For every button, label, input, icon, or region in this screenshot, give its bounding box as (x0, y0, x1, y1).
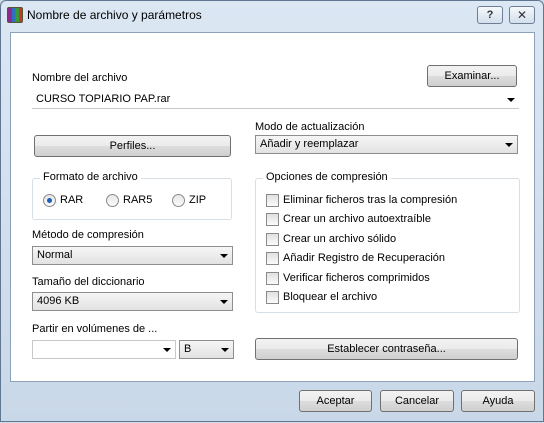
dictionary-size-value: 4096 KB (37, 295, 80, 307)
update-mode-select[interactable]: Añadir y reemplazar (255, 135, 518, 154)
ok-button[interactable]: Aceptar (299, 390, 372, 412)
format-zip-radio[interactable] (172, 194, 185, 207)
sfx-label[interactable]: Crear un archivo autoextraíble (283, 213, 431, 225)
split-volumes-label: Partir en volúmenes de ... (32, 323, 158, 335)
chevron-down-icon[interactable] (163, 348, 171, 352)
format-rar-label[interactable]: RAR (60, 194, 83, 206)
split-unit-value: B (184, 343, 192, 355)
winrar-app-icon (7, 7, 23, 23)
format-rar5-radio[interactable] (106, 194, 119, 207)
split-unit-select[interactable]: B (179, 340, 234, 359)
update-mode-label: Modo de actualización (255, 121, 365, 133)
title-help-button[interactable]: ? (477, 6, 503, 24)
dialog-window: Nombre de archivo y parámetros ? ✕ Nombr… (0, 0, 544, 422)
archive-name-label: Nombre del archivo (32, 72, 128, 84)
compression-method-label: Método de compresión (32, 229, 144, 241)
compression-method-value: Normal (37, 249, 73, 261)
lock-archive-label[interactable]: Bloquear el archivo (283, 291, 377, 303)
verify-files-label[interactable]: Verificar ficheros comprimidos (283, 272, 430, 284)
dictionary-size-select[interactable]: 4096 KB (32, 292, 233, 311)
archive-name-input[interactable]: CURSO TOPIARIO PAP.rar (32, 91, 519, 109)
sfx-checkbox[interactable] (266, 213, 279, 226)
format-rar5-label[interactable]: RAR5 (123, 194, 152, 206)
dialog-footer: Aceptar Cancelar Ayuda (1, 383, 543, 423)
delete-files-label[interactable]: Eliminar ficheros tras la compresión (283, 194, 457, 206)
set-password-button[interactable]: Establecer contraseña... (255, 338, 518, 360)
title-close-button[interactable]: ✕ (509, 6, 535, 24)
title-bar[interactable]: Nombre de archivo y parámetros ? ✕ (1, 1, 543, 29)
browse-button[interactable]: Examinar... (427, 65, 517, 87)
solid-archive-checkbox[interactable] (266, 233, 279, 246)
format-zip-label[interactable]: ZIP (189, 194, 206, 206)
help-button[interactable]: Ayuda (461, 390, 535, 412)
chevron-down-icon[interactable] (507, 98, 515, 102)
dictionary-size-label: Tamaño del diccionario (32, 276, 145, 288)
chevron-down-icon (220, 254, 228, 258)
verify-files-checkbox[interactable] (266, 272, 279, 285)
compression-options-title: Opciones de compresión (263, 171, 391, 183)
archive-format-title: Formato de archivo (40, 171, 141, 183)
recovery-record-label[interactable]: Añadir Registro de Recuperación (283, 252, 445, 264)
chevron-down-icon (505, 143, 513, 147)
delete-files-checkbox[interactable] (266, 194, 279, 207)
chevron-down-icon (220, 300, 228, 304)
format-rar-radio[interactable] (43, 194, 56, 207)
update-mode-value: Añadir y reemplazar (260, 138, 359, 150)
recovery-record-checkbox[interactable] (266, 252, 279, 265)
window-title: Nombre de archivo y parámetros (27, 8, 202, 22)
split-size-input[interactable] (32, 340, 176, 359)
solid-archive-label[interactable]: Crear un archivo sólido (283, 233, 396, 245)
archive-name-value: CURSO TOPIARIO PAP.rar (36, 93, 171, 105)
compression-method-select[interactable]: Normal (32, 246, 233, 265)
profiles-button[interactable]: Perfiles... (34, 135, 231, 157)
chevron-down-icon (221, 348, 229, 352)
cancel-button[interactable]: Cancelar (380, 390, 454, 412)
lock-archive-checkbox[interactable] (266, 291, 279, 304)
dialog-content: Nombre del archivo Examinar... CURSO TOP… (10, 32, 535, 382)
